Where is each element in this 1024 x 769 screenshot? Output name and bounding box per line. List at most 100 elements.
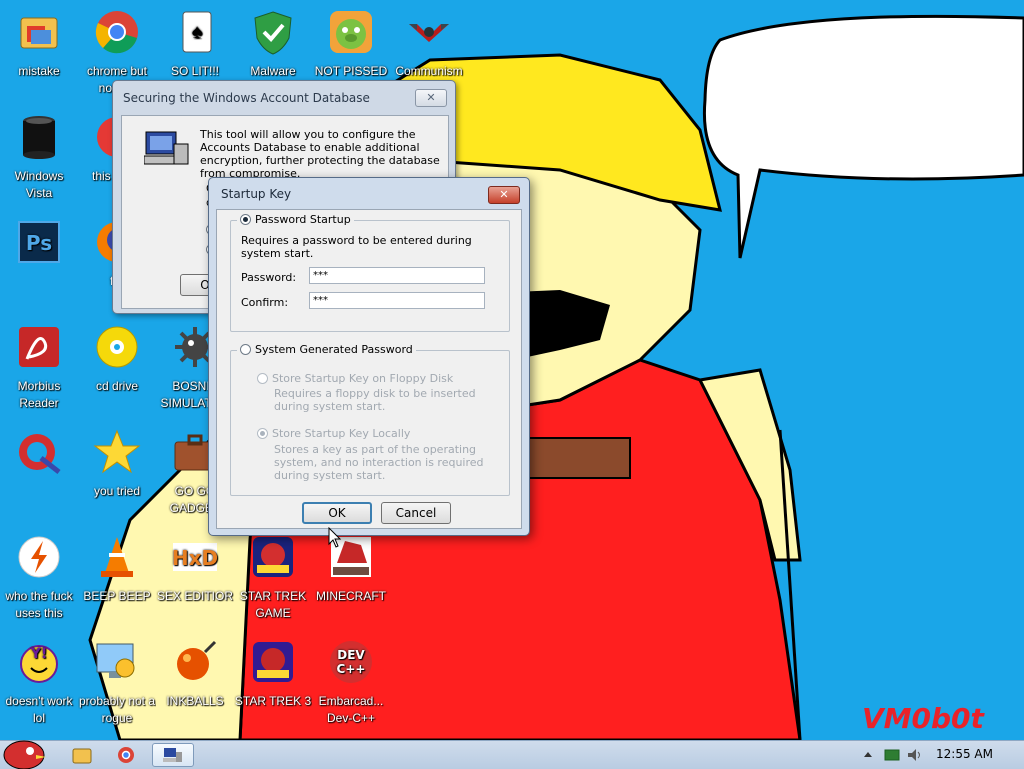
desktop-icon-devcpp[interactable]: DEV C++ Embarcad... Dev-C++ [312, 638, 390, 727]
icon-label: who the fuck uses this [5, 589, 73, 620]
explorer-icon [72, 748, 92, 764]
chrome-icon [95, 11, 138, 54]
confirm-label: Confirm: [241, 296, 289, 309]
icon-label: you tried [93, 484, 141, 498]
show-hidden-icons-icon[interactable] [860, 747, 876, 763]
star-icon [93, 429, 141, 474]
icon-label: doesn't work lol [5, 694, 73, 725]
close-button[interactable]: ✕ [488, 186, 520, 204]
desktop-icon-pdf-reader[interactable]: Morbius Reader [0, 323, 78, 412]
solitaire-icon: ♠ [182, 11, 212, 53]
system-generated-option[interactable]: System Generated Password [237, 343, 416, 356]
desktop-icon-hex-editor[interactable]: HxD SEX EDITIOR [156, 533, 234, 605]
password-startup-option[interactable]: Password Startup [237, 213, 354, 226]
svg-text:C++: C++ [337, 662, 366, 676]
desktop-icon-yahoo[interactable]: Y! doesn't work lol [0, 638, 78, 727]
folder-icon [20, 17, 58, 49]
password-startup-radio[interactable] [240, 214, 251, 225]
shield-check-icon [254, 11, 292, 55]
cone-icon [101, 537, 133, 577]
floppy-description: Requires a floppy disk to be inserted du… [274, 387, 476, 413]
svg-text:HxD: HxD [172, 546, 218, 570]
photoshop-icon: Ps [18, 221, 60, 263]
floppy-radio[interactable] [257, 373, 268, 384]
close-button[interactable]: ✕ [415, 89, 447, 107]
system-generated-group: System Generated Password Store Startup … [230, 343, 510, 496]
desktop-icon-minecraft[interactable]: MINECRAFT [312, 533, 390, 605]
password-startup-label: Password Startup [255, 213, 351, 226]
inkball-icon [177, 640, 217, 680]
system-generated-label: System Generated Password [255, 343, 413, 356]
desktop-icon-cd-drive[interactable]: cd drive [78, 323, 156, 395]
icon-label: BEEP BEEP [83, 589, 151, 603]
desktop-icon-star-trek-game[interactable]: STAR TREK GAME [234, 533, 312, 622]
desktop-icon-rogue[interactable]: probably not a rogue [78, 638, 156, 727]
taskbar-chrome[interactable] [106, 743, 146, 767]
desktop-icon-vista[interactable]: Windows Vista [0, 113, 78, 202]
desktop-icon-photoshop[interactable]: Ps [0, 218, 78, 273]
desktop-icon-communism[interactable]: Communism [390, 8, 468, 80]
yahoo-icon: Y! [20, 645, 58, 683]
svg-text:Y!: Y! [30, 646, 48, 662]
icon-label: cd drive [95, 379, 139, 393]
password-field[interactable]: *** [309, 267, 485, 284]
icon-label: probably not a rogue [78, 694, 156, 725]
password-startup-description: Requires a password to be entered during… [241, 234, 472, 260]
window-description: This tool will allow you to configure th… [200, 128, 440, 180]
icon-label: Morbius Reader [17, 379, 61, 410]
hxd-icon: HxD [172, 543, 218, 571]
icon-label: Embarcad... Dev-C++ [318, 694, 384, 725]
floppy-label: Store Startup Key on Floppy Disk [272, 372, 454, 385]
mouse-cursor-icon [328, 527, 342, 548]
icon-label: mistake [18, 64, 60, 78]
confirm-field[interactable]: *** [309, 292, 485, 309]
locally-description: Stores a key as part of the operating sy… [274, 443, 484, 482]
taskbar: 12:55 AM [0, 740, 1024, 769]
computer-key-icon [144, 131, 189, 165]
icon-label: SEX EDITIOR [156, 589, 233, 603]
system-generated-radio[interactable] [240, 344, 251, 355]
pig-icon [330, 11, 372, 53]
startup-key-dialog: Startup Key ✕ Password Startup Requires … [208, 177, 530, 536]
syskey-icon [163, 748, 182, 762]
desktop-icon-vlc[interactable]: BEEP BEEP [78, 533, 156, 605]
taskbar-clock[interactable]: 12:55 AM [936, 747, 993, 761]
volume-icon[interactable] [906, 747, 922, 763]
desktop-icon-flash[interactable]: who the fuck uses this [0, 533, 78, 622]
cd-icon [96, 326, 138, 368]
flash-icon [18, 536, 60, 578]
close-icon: ✕ [426, 91, 436, 104]
angry-birds-star-wars-icon [253, 537, 293, 577]
pdf-reader-icon [19, 327, 59, 367]
dialog-client-area: Password Startup Requires a password to … [216, 209, 522, 529]
desktop-icon-star-trek-3[interactable]: STAR TREK 3 [234, 638, 312, 710]
window-title: Securing the Windows Account Database [123, 91, 370, 105]
desktop-icon-inkball[interactable]: INKBALLS [156, 638, 234, 710]
locally-radio[interactable] [257, 428, 268, 439]
svg-text:♠: ♠ [192, 21, 203, 43]
ok-button[interactable]: OK [302, 502, 372, 524]
desktop-icon-mistake[interactable]: mistake [0, 8, 78, 80]
taskbar-syskey[interactable] [152, 743, 194, 767]
wallpaper-signature: VM0b0t [862, 702, 984, 735]
network-icon[interactable] [884, 747, 900, 763]
icon-label: MINECRAFT [316, 589, 386, 603]
dialog-title: Startup Key [221, 187, 292, 201]
chrome-icon [118, 747, 134, 763]
svg-text:DEV: DEV [337, 648, 365, 662]
monitor-gears-icon [96, 643, 135, 678]
ccleaner-icon [19, 434, 61, 474]
emblem-icon [409, 24, 449, 42]
icon-label: STAR TREK 3 [234, 694, 312, 708]
cancel-button[interactable]: Cancel [381, 502, 451, 524]
icon-label: Windows Vista [14, 169, 64, 200]
svg-text:Ps: Ps [26, 231, 52, 255]
locally-label: Store Startup Key Locally [272, 427, 411, 440]
trash-can-icon [23, 116, 55, 159]
desktop-icon-ccleaner[interactable] [0, 428, 78, 483]
angry-birds-star-wars-icon [253, 642, 293, 682]
start-button-angry-bird-icon[interactable] [0, 733, 48, 769]
close-icon: ✕ [499, 188, 509, 201]
taskbar-explorer[interactable] [62, 743, 102, 767]
desktop-icon-you-tried[interactable]: you tried [78, 428, 156, 500]
